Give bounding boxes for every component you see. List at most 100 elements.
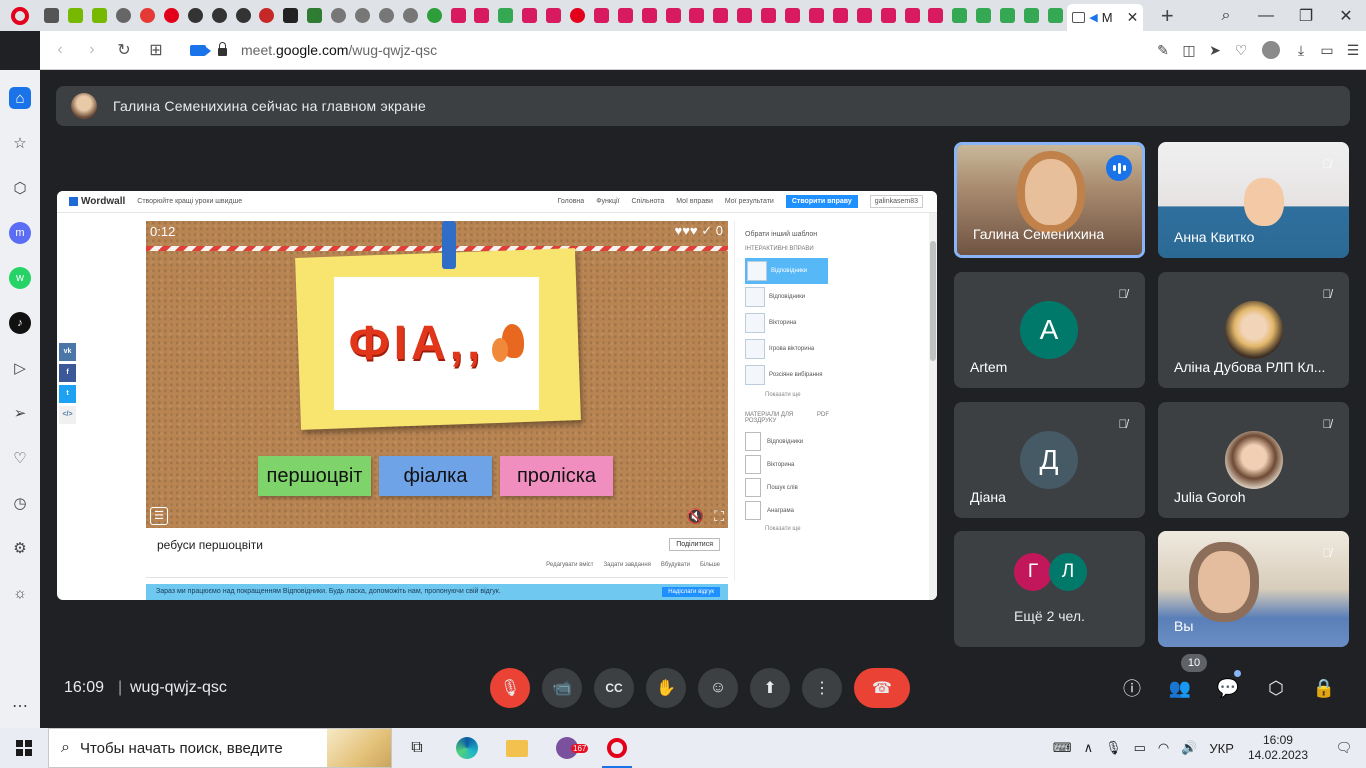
tab-favicon[interactable] bbox=[327, 0, 351, 31]
favorites-heart-icon[interactable]: ♡ bbox=[9, 447, 31, 469]
tab-favicon[interactable] bbox=[972, 0, 996, 31]
present-screen-button[interactable]: ⬆ bbox=[750, 668, 790, 708]
participant-tile[interactable]: Галина Семенихина bbox=[954, 142, 1145, 258]
tab-favicon[interactable] bbox=[112, 0, 136, 31]
people-icon[interactable]: 👥 bbox=[1164, 672, 1196, 704]
participant-tile[interactable]: 🎙̸ Julia Goroh bbox=[1158, 402, 1349, 518]
tab-favicon[interactable] bbox=[88, 0, 112, 31]
volume-icon[interactable]: 🔊 bbox=[1181, 740, 1197, 756]
tiktok-icon[interactable]: ♪ bbox=[9, 312, 31, 334]
tab-favicon[interactable] bbox=[900, 0, 924, 31]
settings-gear-icon[interactable]: ⚙ bbox=[9, 537, 31, 559]
camera-button[interactable]: 📹 bbox=[542, 668, 582, 708]
participant-tile[interactable]: 🎙̸ A Artem bbox=[954, 272, 1145, 388]
tab-favicon[interactable] bbox=[398, 0, 422, 31]
tab-favicon[interactable] bbox=[852, 0, 876, 31]
tab-favicon[interactable] bbox=[279, 0, 303, 31]
tab-favicon[interactable] bbox=[757, 0, 781, 31]
tab-favicon[interactable] bbox=[446, 0, 470, 31]
wifi-icon[interactable]: ◠ bbox=[1158, 740, 1169, 756]
reload-button[interactable]: ↻ bbox=[108, 40, 140, 60]
battery-saver-icon[interactable]: ▭ bbox=[1314, 42, 1340, 59]
tab-favicon[interactable] bbox=[613, 0, 637, 31]
more-sidebar-icon[interactable]: ⋯ bbox=[12, 696, 28, 716]
restore-window-button[interactable]: ❐ bbox=[1286, 6, 1326, 26]
tab-favicon[interactable] bbox=[924, 0, 948, 31]
tab-favicon[interactable] bbox=[805, 0, 829, 31]
task-view-icon[interactable]: ⧉ bbox=[392, 728, 442, 768]
close-tab-icon[interactable]: ✕ bbox=[1127, 9, 1139, 26]
tab-favicon[interactable] bbox=[136, 0, 160, 31]
tab-favicon[interactable] bbox=[781, 0, 805, 31]
more-options-button[interactable]: ⋮ bbox=[802, 668, 842, 708]
tab-favicon[interactable] bbox=[255, 0, 279, 31]
emoji-reactions-button[interactable]: ☺ bbox=[698, 668, 738, 708]
tab-favicon[interactable] bbox=[183, 0, 207, 31]
activities-icon[interactable]: ⬡ bbox=[1260, 672, 1292, 704]
microphone-off-button[interactable]: 🎙 bbox=[490, 668, 530, 708]
tab-favicon[interactable] bbox=[159, 0, 183, 31]
tab-favicon[interactable] bbox=[709, 0, 733, 31]
tab-favicon[interactable] bbox=[1020, 0, 1044, 31]
tab-favicon[interactable] bbox=[518, 0, 542, 31]
touch-keyboard-icon[interactable]: ⌨ bbox=[1053, 740, 1072, 756]
speed-dial-icon[interactable]: ⬡ bbox=[9, 177, 31, 199]
home-icon[interactable]: ⌂ bbox=[9, 87, 31, 109]
tab-favicon[interactable] bbox=[494, 0, 518, 31]
whatsapp-icon[interactable]: w bbox=[9, 267, 31, 289]
send-icon[interactable]: ➤ bbox=[1202, 42, 1228, 59]
speaker-icon[interactable]: ◀ bbox=[1089, 11, 1097, 24]
heart-icon[interactable]: ♡ bbox=[1228, 42, 1254, 59]
tab-favicon[interactable] bbox=[231, 0, 255, 31]
chat-icon[interactable]: 💬 bbox=[1212, 672, 1244, 704]
profile-avatar[interactable] bbox=[1262, 41, 1280, 59]
flow-icon[interactable]: ➢ bbox=[9, 402, 31, 424]
host-controls-icon[interactable]: 🔒 bbox=[1308, 672, 1340, 704]
opera-menu-icon[interactable] bbox=[0, 0, 40, 31]
tab-favicon[interactable] bbox=[876, 0, 900, 31]
more-participants-tile[interactable]: Г Л Ещё 2 чел. bbox=[954, 531, 1145, 647]
participant-tile[interactable]: 🎙̸ Аліна Дубова РЛП Кл... bbox=[1158, 272, 1349, 388]
tab-favicon[interactable] bbox=[828, 0, 852, 31]
taskbar-clock[interactable]: 16:09 14.02.2023 bbox=[1248, 733, 1308, 763]
self-tile[interactable]: 🎙̸ Вы bbox=[1158, 531, 1349, 647]
tab-favicon[interactable] bbox=[589, 0, 613, 31]
participant-tile[interactable]: 🎙̸ Анна Квитко bbox=[1158, 142, 1349, 258]
tab-favicon[interactable] bbox=[996, 0, 1020, 31]
tab-favicon[interactable] bbox=[685, 0, 709, 31]
language-indicator[interactable]: УКР bbox=[1209, 741, 1234, 756]
forward-button[interactable]: › bbox=[76, 41, 108, 59]
tab-favicon[interactable] bbox=[661, 0, 685, 31]
lock-icon[interactable] bbox=[218, 42, 227, 56]
minimize-window-button[interactable]: — bbox=[1246, 7, 1286, 25]
history-icon[interactable]: ◷ bbox=[9, 492, 31, 514]
tab-favicon[interactable] bbox=[374, 0, 398, 31]
tab-favicon[interactable] bbox=[207, 0, 231, 31]
tab-favicon[interactable] bbox=[566, 0, 590, 31]
bookmarks-icon[interactable]: ☆ bbox=[9, 132, 31, 154]
tab-favicon[interactable] bbox=[422, 0, 446, 31]
battery-icon[interactable]: ▭ bbox=[1134, 740, 1146, 756]
new-tab-button[interactable]: + bbox=[1155, 3, 1179, 29]
taskbar-search[interactable]: ⌕ Чтобы начать поиск, введите bbox=[48, 728, 392, 768]
participant-tile[interactable]: 🎙̸ Д Діана bbox=[954, 402, 1145, 518]
tabs-grid-button[interactable]: ⊞ bbox=[140, 40, 172, 60]
easy-setup-icon[interactable]: ☰ bbox=[1340, 42, 1366, 59]
messenger-icon[interactable]: m bbox=[9, 222, 31, 244]
tab-favicon[interactable] bbox=[470, 0, 494, 31]
start-button[interactable] bbox=[0, 728, 48, 768]
raise-hand-button[interactable]: ✋ bbox=[646, 668, 686, 708]
tips-lightbulb-icon[interactable]: ☼ bbox=[9, 582, 31, 604]
active-tab[interactable]: ◀ M ✕ bbox=[1067, 4, 1144, 31]
tab-favicon[interactable] bbox=[40, 0, 64, 31]
viber-icon[interactable]: 167 bbox=[542, 728, 592, 768]
edit-icon[interactable]: ✎ bbox=[1150, 42, 1176, 59]
file-explorer-icon[interactable] bbox=[492, 728, 542, 768]
tab-favicon[interactable] bbox=[637, 0, 661, 31]
close-window-button[interactable]: ✕ bbox=[1326, 6, 1366, 26]
notifications-icon[interactable]: 🗨 bbox=[1328, 740, 1360, 756]
leave-call-button[interactable]: ☎ bbox=[854, 668, 910, 708]
tab-favicon[interactable] bbox=[948, 0, 972, 31]
camera-in-use-icon[interactable] bbox=[190, 44, 211, 56]
meeting-info-icon[interactable]: ⓘ bbox=[1116, 672, 1148, 704]
